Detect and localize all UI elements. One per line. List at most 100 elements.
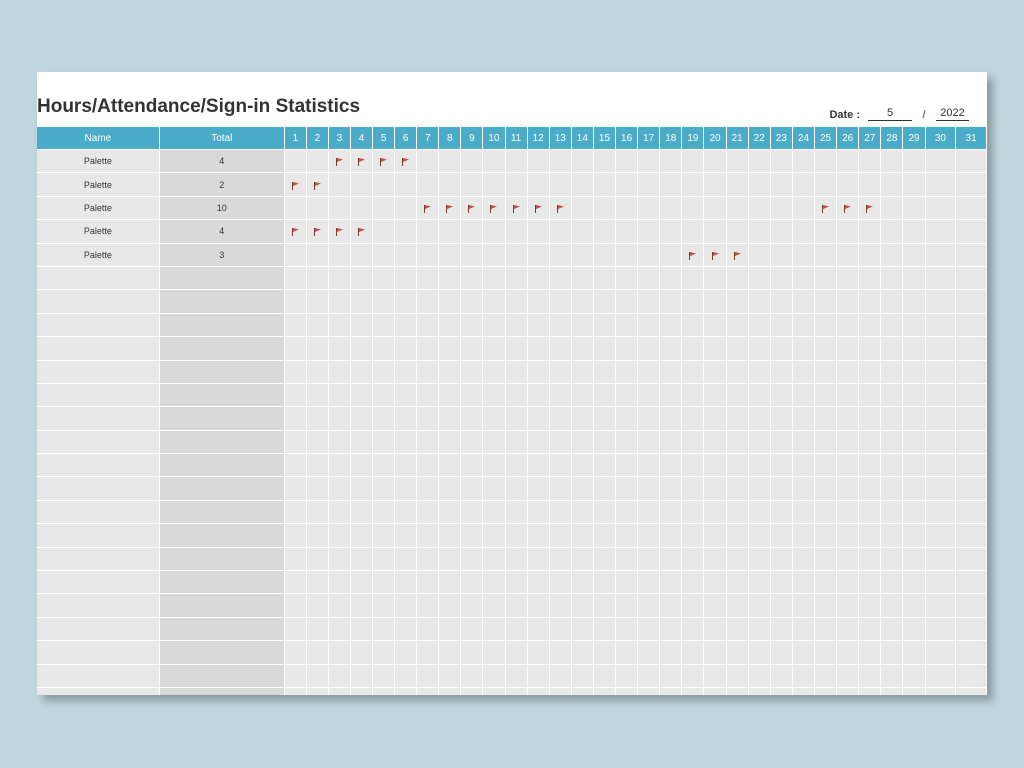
day-cell[interactable] — [482, 593, 506, 618]
header-day[interactable]: 15 — [593, 127, 617, 150]
day-cell[interactable] — [681, 196, 705, 221]
day-cell[interactable] — [527, 476, 550, 501]
day-cell[interactable] — [659, 172, 683, 197]
day-cell[interactable] — [792, 687, 816, 695]
day-cell[interactable] — [505, 476, 528, 501]
day-cell[interactable] — [703, 360, 727, 384]
day-cell[interactable] — [306, 617, 329, 642]
day-cell[interactable] — [438, 476, 462, 501]
day-cell[interactable] — [394, 219, 418, 244]
day-cell[interactable] — [748, 196, 771, 221]
day-cell[interactable] — [770, 523, 793, 548]
day-cell[interactable] — [703, 617, 727, 642]
total-cell[interactable] — [159, 453, 285, 478]
day-cell[interactable] — [438, 547, 462, 572]
day-cell[interactable] — [880, 547, 904, 572]
day-cell[interactable] — [703, 593, 727, 618]
day-cell[interactable] — [460, 336, 484, 361]
day-cell[interactable] — [814, 617, 838, 642]
day-cell[interactable] — [748, 500, 771, 525]
day-cell[interactable] — [416, 687, 440, 695]
day-cell[interactable] — [770, 687, 793, 695]
day-cell[interactable] — [460, 243, 484, 267]
day-cell[interactable] — [748, 406, 771, 431]
day-cell[interactable] — [527, 406, 550, 431]
day-cell[interactable] — [637, 453, 661, 478]
day-cell[interactable] — [549, 149, 572, 174]
day-cell[interactable] — [726, 523, 749, 548]
header-day[interactable]: 12 — [527, 127, 550, 150]
header-day[interactable]: 9 — [460, 127, 484, 150]
day-cell[interactable] — [460, 289, 484, 314]
day-cell[interactable] — [350, 289, 374, 314]
day-cell[interactable] — [659, 219, 683, 244]
day-cell[interactable] — [394, 640, 418, 665]
day-cell[interactable] — [593, 500, 617, 525]
day-cell[interactable] — [284, 243, 307, 267]
day-cell[interactable] — [372, 617, 396, 642]
day-cell[interactable] — [460, 640, 484, 665]
day-cell[interactable] — [880, 243, 904, 267]
day-cell[interactable] — [615, 219, 639, 244]
day-cell[interactable] — [306, 453, 329, 478]
day-cell[interactable] — [306, 243, 329, 267]
day-cell[interactable] — [814, 289, 838, 314]
day-cell[interactable] — [328, 430, 352, 455]
day-cell[interactable] — [505, 664, 528, 688]
day-cell[interactable] — [836, 687, 860, 695]
day-cell[interactable] — [482, 640, 506, 665]
day-cell[interactable] — [505, 523, 528, 548]
day-cell[interactable] — [438, 149, 462, 174]
day-cell[interactable] — [438, 336, 462, 361]
day-cell[interactable] — [328, 219, 352, 244]
day-cell[interactable] — [637, 664, 661, 688]
day-cell[interactable] — [814, 500, 838, 525]
day-cell[interactable] — [814, 266, 838, 291]
day-cell[interactable] — [925, 593, 957, 618]
day-cell[interactable] — [372, 196, 396, 221]
day-cell[interactable] — [482, 383, 506, 408]
day-cell[interactable] — [681, 149, 705, 174]
header-day[interactable]: 10 — [482, 127, 506, 150]
day-cell[interactable] — [505, 593, 528, 618]
day-cell[interactable] — [593, 172, 617, 197]
day-cell[interactable] — [814, 687, 838, 695]
day-cell[interactable] — [726, 430, 749, 455]
header-day[interactable]: 16 — [615, 127, 639, 150]
day-cell[interactable] — [527, 640, 550, 665]
day-cell[interactable] — [394, 476, 418, 501]
day-cell[interactable] — [792, 476, 816, 501]
day-cell[interactable] — [880, 430, 904, 455]
day-cell[interactable] — [836, 313, 860, 338]
date-year-field[interactable]: 2022 — [936, 106, 969, 121]
total-cell[interactable] — [159, 617, 285, 642]
day-cell[interactable] — [527, 593, 550, 618]
day-cell[interactable] — [880, 219, 904, 244]
day-cell[interactable] — [659, 664, 683, 688]
header-day[interactable]: 21 — [726, 127, 749, 150]
day-cell[interactable] — [328, 476, 352, 501]
day-cell[interactable] — [571, 430, 594, 455]
day-cell[interactable] — [726, 289, 749, 314]
header-name[interactable]: Name — [37, 127, 160, 150]
day-cell[interactable] — [438, 406, 462, 431]
day-cell[interactable] — [438, 687, 462, 695]
day-cell[interactable] — [416, 383, 440, 408]
day-cell[interactable] — [549, 664, 572, 688]
day-cell[interactable] — [593, 523, 617, 548]
day-cell[interactable] — [615, 289, 639, 314]
header-day[interactable]: 26 — [836, 127, 860, 150]
day-cell[interactable] — [902, 360, 926, 384]
day-cell[interactable] — [350, 172, 374, 197]
total-cell[interactable]: 2 — [159, 172, 285, 197]
day-cell[interactable] — [880, 593, 904, 618]
day-cell[interactable] — [460, 476, 484, 501]
day-cell[interactable] — [748, 617, 771, 642]
day-cell[interactable] — [527, 243, 550, 267]
total-cell[interactable]: 4 — [159, 219, 285, 244]
day-cell[interactable] — [593, 640, 617, 665]
day-cell[interactable] — [460, 430, 484, 455]
day-cell[interactable] — [703, 196, 727, 221]
day-cell[interactable] — [770, 336, 793, 361]
day-cell[interactable] — [792, 640, 816, 665]
